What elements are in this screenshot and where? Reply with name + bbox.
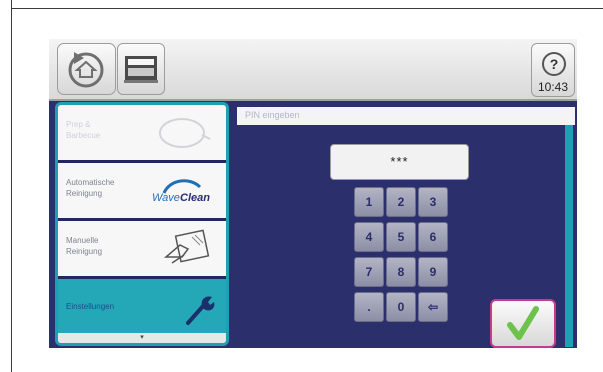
frame-border-top (11, 8, 603, 9)
menu-item-manual-clean[interactable]: Manuelle Reinigung (58, 221, 226, 279)
menu-item-label: Automatische Reinigung (66, 178, 115, 198)
key-7[interactable]: 7 (354, 257, 384, 287)
pin-value: *** (390, 154, 409, 169)
key-1[interactable]: 1 (354, 187, 384, 217)
svg-text:Clean: Clean (180, 192, 210, 204)
oven-status-button[interactable] (117, 43, 165, 95)
oven-icon (124, 56, 158, 83)
pin-panel-accent (565, 125, 573, 347)
menu-item-label: Einstellungen (66, 302, 115, 311)
pin-header-label: PIN eingeben (245, 110, 300, 120)
clock-time: 10:43 (537, 80, 569, 94)
top-bar: ? 10:43 (49, 39, 577, 101)
pin-header: PIN eingeben (237, 107, 575, 125)
key-8[interactable]: 8 (386, 257, 416, 287)
svg-text:Wave: Wave (152, 192, 180, 204)
wrench-icon (186, 296, 215, 325)
key-9[interactable]: 9 (418, 257, 448, 287)
menu-item-settings[interactable]: Einstellungen (58, 279, 226, 337)
menu-item-label: Prep & Barbecue (66, 120, 101, 140)
hand-cleaning-icon (163, 229, 210, 264)
key-6[interactable]: 6 (418, 222, 448, 252)
key-2[interactable]: 2 (386, 187, 416, 217)
key-dot[interactable]: . (354, 292, 384, 322)
key-4[interactable]: 4 (354, 222, 384, 252)
pin-input-display: *** (330, 144, 469, 180)
waveclean-logo: Wave Clean (152, 179, 210, 204)
checkmark-icon (507, 306, 539, 340)
key-0[interactable]: 0 (386, 292, 416, 322)
confirm-button[interactable] (490, 299, 556, 348)
side-menu: Prep & Barbecue Automatische Reinigung W… (55, 102, 229, 346)
key-5[interactable]: 5 (386, 222, 416, 252)
frame-border-left (11, 0, 12, 372)
device-screen: ? 10:43 Prep & Barbecue Automatische Rei… (49, 39, 577, 348)
key-backspace[interactable]: ⇦ (418, 292, 448, 322)
key-3[interactable]: 3 (418, 187, 448, 217)
home-back-button[interactable] (57, 43, 116, 95)
menu-scroll-indicator[interactable]: ▾ (58, 333, 226, 343)
help-icon: ? (542, 52, 566, 76)
home-back-icon (68, 52, 104, 88)
help-button[interactable]: ? 10:43 (531, 43, 575, 97)
menu-item-label: Manuelle Reinigung (66, 236, 103, 256)
menu-item-auto-clean[interactable]: Automatische Reinigung Wave Clean (58, 163, 226, 221)
menu-item-prep[interactable]: Prep & Barbecue (58, 105, 226, 163)
pan-icon (159, 118, 211, 148)
